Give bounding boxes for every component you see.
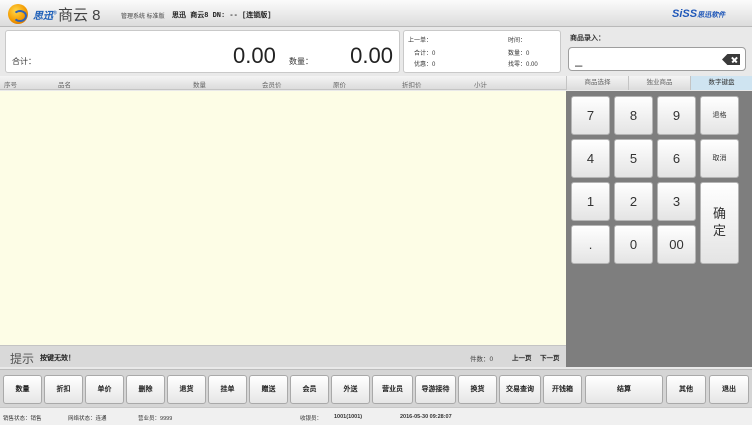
backspace-button[interactable]: 退格	[700, 96, 739, 135]
product-entry-box	[568, 47, 746, 71]
cancel-button[interactable]: 取消	[700, 139, 739, 178]
right-panel-tabs: 商品选择 独业商品 数字键盘	[566, 76, 752, 90]
product-entry-label: 商品录入：	[570, 35, 605, 42]
last-order-discount: 优惠：0	[414, 62, 436, 68]
key-3[interactable]: 3	[657, 182, 696, 221]
last-order-qty: 数量：0	[508, 51, 530, 57]
col-discount-price: 折扣价	[402, 82, 422, 89]
hint-bar: 提示 按键无效！ 件数：0 上一页 下一页	[0, 345, 566, 367]
delivery-button[interactable]: 外送	[331, 375, 370, 404]
col-subtotal: 小计	[474, 82, 487, 89]
clerk-status: 营业员：9999	[138, 416, 173, 422]
prev-page-link[interactable]: 上一页	[512, 352, 532, 362]
delete-button[interactable]: 删除	[126, 375, 165, 404]
key-6[interactable]: 6	[657, 139, 696, 178]
col-original-price: 原价	[333, 82, 346, 89]
key-0[interactable]: 0	[614, 225, 653, 264]
datetime: 2016-05-30 09:28:07	[400, 414, 452, 420]
tab-exclusive-products[interactable]: 独业商品	[628, 76, 690, 90]
key-2[interactable]: 2	[614, 182, 653, 221]
open-drawer-button[interactable]: 开钱箱	[543, 375, 582, 404]
hold-order-button[interactable]: 挂单	[208, 375, 247, 404]
brand-name: 思迅®	[33, 10, 57, 22]
tab-numeric-keypad[interactable]: 数字键盘	[690, 76, 752, 90]
dn-info: 思迅 商云8 DN: -- [连锁版]	[172, 12, 272, 20]
key-7[interactable]: 7	[571, 96, 610, 135]
product-name: 商云 8	[58, 7, 101, 24]
product-entry-input[interactable]	[575, 51, 715, 67]
numeric-keypad: 7 8 9 退格 4 5 6 取消 1 2 3 确 定 . 0 00	[566, 91, 752, 367]
network-status: 网络状态：连通	[68, 416, 107, 422]
status-bar: 销售状态：销售 网络状态：连通 营业员：9999 收银员： 1001(1001)…	[0, 407, 752, 425]
backspace-icon[interactable]	[722, 54, 740, 65]
next-page-link[interactable]: 下一页	[540, 352, 560, 362]
other-button[interactable]: 其他	[666, 375, 706, 404]
sales-table-header: 序号 品名 数量 会员价 原价 折扣价 小计	[0, 76, 566, 90]
exchange-button[interactable]: 换货	[458, 375, 497, 404]
cashier-label: 收银员：	[300, 416, 323, 422]
item-count: 件数：0	[470, 356, 494, 363]
total-panel: 合计： 0.00 数量： 0.00	[5, 30, 400, 73]
key-00[interactable]: 00	[657, 225, 696, 264]
gift-button[interactable]: 赠送	[249, 375, 288, 404]
col-name: 品名	[58, 82, 71, 89]
title-bar: 思迅® 商云 8 管理系统 标准版 思迅 商云8 DN: -- [连锁版] Si…	[0, 0, 752, 27]
tour-guide-button[interactable]: 导游接待	[415, 375, 456, 404]
last-order-time-label: 时间：	[508, 38, 527, 44]
unit-price-button[interactable]: 单价	[85, 375, 124, 404]
function-button-bar: 数量 折扣 单价 删除 退货 挂单 赠送 会员 外送 营业员 导游接待 换货 交…	[0, 369, 752, 407]
col-index: 序号	[4, 82, 17, 89]
discount-button[interactable]: 折扣	[44, 375, 83, 404]
key-9[interactable]: 9	[657, 96, 696, 135]
salesperson-button[interactable]: 营业员	[372, 375, 413, 404]
quantity-value: 0.00	[350, 43, 393, 68]
siss-logo: SiSS思迅软件	[672, 8, 726, 20]
tab-product-select[interactable]: 商品选择	[566, 76, 628, 90]
cashier-value: 1001(1001)	[334, 414, 363, 420]
hint-message: 按键无效！	[40, 355, 75, 362]
key-5[interactable]: 5	[614, 139, 653, 178]
col-quantity: 数量	[193, 82, 206, 89]
logo-icon	[8, 4, 28, 24]
key-1[interactable]: 1	[571, 182, 610, 221]
col-member-price: 会员价	[262, 82, 282, 89]
key-4[interactable]: 4	[571, 139, 610, 178]
quantity-label: 数量：	[289, 57, 313, 66]
edition-label: 管理系统 标准版	[121, 14, 165, 20]
key-dot[interactable]: .	[571, 225, 610, 264]
total-label: 合计：	[12, 57, 36, 66]
exit-button[interactable]: 退出	[709, 375, 749, 404]
confirm-button[interactable]: 确 定	[700, 182, 739, 264]
sales-table-body[interactable]	[0, 91, 566, 345]
sale-status: 销售状态：销售	[3, 416, 42, 422]
last-order-change: 找零：0.00	[508, 62, 538, 68]
quantity-button[interactable]: 数量	[3, 375, 42, 404]
hint-label: 提示	[10, 352, 35, 366]
last-order-panel: 上一单： 合计：0 优惠：0 时间： 数量：0 找零：0.00	[403, 30, 561, 73]
member-button[interactable]: 会员	[290, 375, 329, 404]
last-order-total: 合计：0	[414, 51, 436, 57]
transaction-query-button[interactable]: 交易查询	[499, 375, 541, 404]
key-8[interactable]: 8	[614, 96, 653, 135]
return-button[interactable]: 退货	[167, 375, 206, 404]
last-order-title: 上一单：	[408, 38, 433, 44]
checkout-button[interactable]: 结算	[585, 375, 663, 404]
total-amount: 0.00	[233, 43, 276, 68]
